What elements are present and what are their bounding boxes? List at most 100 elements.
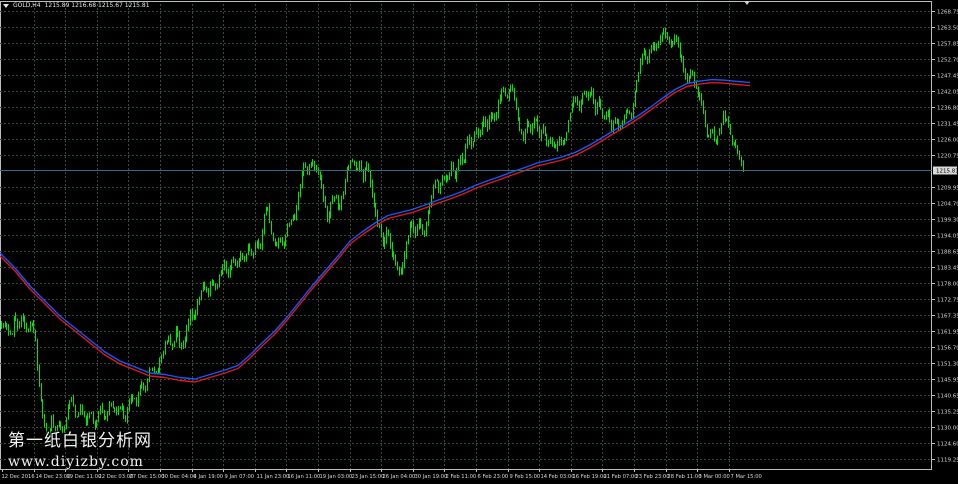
- candle-body: [114, 407, 115, 411]
- x-tick-label: 9 Jan 07:00: [225, 474, 255, 480]
- x-tick-label: 4 Jan 19:00: [194, 474, 224, 480]
- price-chart[interactable]: 1268.75 1263.50 1257.85 1252.70 1247.45 1242.…: [0, 0, 958, 484]
- candle-body: [60, 421, 61, 427]
- candle-body: [217, 284, 218, 287]
- y-tick-label: 1194.05: [937, 234, 958, 240]
- candle-body: [341, 197, 342, 208]
- candle-body: [645, 50, 646, 58]
- candle-body: [338, 195, 339, 207]
- y-tick-label: 1178.00: [937, 282, 958, 288]
- candle-body: [627, 111, 628, 113]
- candle-body: [316, 169, 317, 170]
- candle-body: [683, 58, 684, 69]
- candle-body: [626, 112, 627, 118]
- candle-body: [158, 370, 159, 373]
- candle-body: [402, 264, 403, 272]
- candle-body: [703, 103, 704, 112]
- candle-body: [129, 401, 130, 411]
- candle-body: [518, 107, 519, 119]
- candle-body: [260, 246, 261, 249]
- candle-body: [525, 131, 526, 141]
- candle-body: [156, 371, 157, 373]
- candle-body: [435, 179, 436, 186]
- candle-body: [474, 132, 475, 142]
- candle-body: [552, 140, 553, 144]
- candle-body: [717, 135, 718, 143]
- chart-shift-marker-icon[interactable]: [744, 1, 750, 5]
- candle-body: [136, 398, 137, 404]
- candle-body: [527, 122, 528, 132]
- candle-body: [303, 165, 304, 174]
- candle-body: [728, 118, 729, 125]
- candle-body: [345, 180, 346, 192]
- x-tick-label: 12 Dec 2016: [2, 474, 35, 480]
- candle-body: [422, 227, 423, 235]
- candle-body: [676, 36, 677, 39]
- candle-body: [240, 253, 241, 259]
- candle-body: [611, 122, 612, 130]
- y-tick-label: 1263.50: [937, 26, 958, 32]
- candle-body: [546, 134, 547, 144]
- candle-body: [647, 57, 648, 63]
- x-tick-label: 21 Feb 07:00: [604, 474, 638, 480]
- candle-body: [431, 195, 432, 206]
- candle-body: [53, 418, 54, 428]
- candle-body: [195, 313, 196, 319]
- x-tick-label: 28 Feb 11:00: [668, 474, 702, 480]
- symbol-header: GOLD,H4 1215.89 1216.68 1215.67 1215.81: [3, 2, 150, 10]
- candle-body: [584, 91, 585, 95]
- candle-body: [320, 172, 321, 177]
- candle-body: [390, 233, 391, 245]
- candle-body: [638, 74, 639, 82]
- candle-body: [138, 394, 139, 404]
- candle-body: [550, 140, 551, 144]
- candle-body: [294, 215, 295, 217]
- candle-body: [599, 99, 600, 106]
- candle-body: [492, 112, 493, 116]
- candle-body: [710, 129, 711, 137]
- candle-body: [586, 91, 587, 97]
- candle-body: [721, 124, 722, 132]
- candle-body: [563, 141, 564, 143]
- candle-body: [519, 118, 520, 130]
- candle-body: [140, 385, 141, 395]
- candle-body: [77, 416, 78, 418]
- dropdown-arrow-icon[interactable]: [3, 4, 9, 8]
- candle-body: [487, 122, 488, 129]
- candle-body: [595, 100, 596, 115]
- x-tick-label: 14 Feb 03:00: [541, 474, 575, 480]
- candle-body: [590, 93, 591, 96]
- candle-body: [408, 236, 409, 245]
- candle-body: [491, 112, 492, 118]
- candle-body: [35, 331, 36, 342]
- y-tick-label: 1199.30: [937, 218, 958, 224]
- candle-body: [32, 322, 33, 324]
- candle-body: [401, 271, 402, 275]
- candle-body: [276, 245, 277, 247]
- candle-body: [743, 162, 744, 169]
- candle-body: [588, 95, 589, 97]
- y-tick-label: 1183.45: [937, 266, 958, 272]
- candle-body: [591, 89, 592, 94]
- x-tick-label: 26 Jan 04:00: [383, 474, 416, 480]
- y-tick-label: 1161.95: [937, 330, 958, 336]
- candle-body: [122, 406, 123, 410]
- candle-body: [159, 360, 160, 371]
- y-tick-label: 1124.60: [937, 442, 958, 448]
- candle-body: [528, 122, 529, 127]
- candle-body: [14, 316, 15, 334]
- candle-body: [737, 146, 738, 152]
- candle-body: [17, 318, 18, 327]
- candle-body: [172, 344, 173, 347]
- candle-body: [149, 369, 150, 380]
- candle-body: [10, 331, 11, 335]
- chart-window[interactable]: 1268.75 1263.50 1257.85 1252.70 1247.45 1242.…: [0, 0, 958, 484]
- candle-body: [577, 99, 578, 105]
- candle-body: [181, 345, 182, 349]
- candle-body: [397, 263, 398, 269]
- candle-body: [617, 118, 618, 122]
- x-tick-label: 30 Dec 04:00: [162, 474, 197, 480]
- y-tick-label: 1156.70: [937, 346, 958, 352]
- candle-body: [167, 341, 168, 344]
- candle-body: [262, 231, 263, 249]
